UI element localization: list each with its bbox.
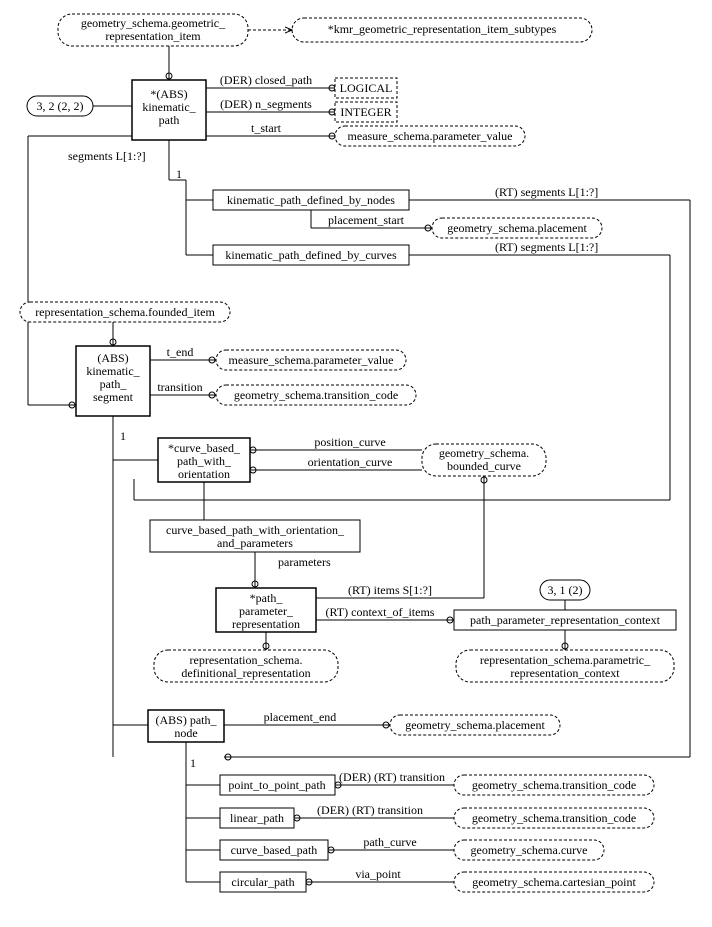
label-tend: t_end <box>167 345 194 359</box>
svg-text:via_point: via_point <box>355 867 401 881</box>
svg-text:geometry_schema.cartesian_poin: geometry_schema.cartesian_point <box>472 875 636 889</box>
svg-text:1: 1 <box>190 756 196 770</box>
label-placement-end: placement_end <box>264 710 337 724</box>
svg-text:1: 1 <box>120 429 126 443</box>
label-parameters: parameters <box>278 555 331 569</box>
svg-text:geometry_schema.transition_cod: geometry_schema.transition_code <box>472 778 636 792</box>
svg-text:point_to_point_path: point_to_point_path <box>228 778 325 792</box>
label-der-nseg: (DER) n_segments <box>220 97 312 111</box>
label-der-closed: (DER) closed_path <box>220 73 312 87</box>
svg-text:measure_schema.parameter_value: measure_schema.parameter_value <box>229 353 394 367</box>
svg-text:geometry_schema.transition_cod: geometry_schema.transition_code <box>234 388 398 402</box>
svg-text:representation_schema.definiti: representation_schema.definitional_repre… <box>181 653 310 680</box>
label-rtctx: (RT) context_of_items <box>326 605 435 619</box>
label-segments: segments L[1:?] <box>68 149 146 163</box>
svg-text:kinematic_path_defined_by_node: kinematic_path_defined_by_nodes <box>227 193 395 207</box>
label-rtseg2: (RT) segments L[1:?] <box>495 240 598 254</box>
svg-text:kinematic_path_defined_by_curv: kinematic_path_defined_by_curves <box>225 248 397 262</box>
svg-text:representation_schema.founded_: representation_schema.founded_item <box>35 305 215 319</box>
svg-text:geometry_schema.curve: geometry_schema.curve <box>471 843 588 857</box>
svg-text:curve_based_path: curve_based_path <box>231 843 318 857</box>
svg-text:geometry_schema.placement: geometry_schema.placement <box>447 221 587 235</box>
label-pos-curve: position_curve <box>314 435 385 449</box>
svg-text:geometry_schema.transition_cod: geometry_schema.transition_code <box>472 811 636 825</box>
svg-text:INTEGER: INTEGER <box>340 105 391 119</box>
svg-text:3, 2 (2, 2): 3, 2 (2, 2) <box>37 99 84 113</box>
svg-text:measure_schema.parameter_value: measure_schema.parameter_value <box>348 129 513 143</box>
svg-text:path_parameter_representation_: path_parameter_representation_context <box>470 613 661 627</box>
svg-text:geometry_schema.bounded_curve: geometry_schema.bounded_curve <box>439 446 529 473</box>
label-placement-start: placement_start <box>328 213 405 227</box>
svg-text:circular_path: circular_path <box>231 875 294 889</box>
label-tstart: t_start <box>251 121 282 135</box>
svg-text:linear_path: linear_path <box>230 811 284 825</box>
label-rtseg1: (RT) segments L[1:?] <box>495 185 598 199</box>
svg-text:(DER) (RT) transition: (DER) (RT) transition <box>317 803 423 817</box>
svg-text:(DER) (RT) transition: (DER) (RT) transition <box>339 770 445 784</box>
svg-text:LOGICAL: LOGICAL <box>340 81 393 95</box>
label-rtitems: (RT) items S[1:?] <box>348 583 432 597</box>
svg-text:*kmr_geometric_representation_: *kmr_geometric_representation_item_subty… <box>328 22 557 36</box>
svg-text:geometry_schema.placement: geometry_schema.placement <box>405 718 545 732</box>
label-or-curve: orientation_curve <box>308 455 393 469</box>
label-transition: transition <box>157 380 202 394</box>
svg-text:3, 1 (2): 3, 1 (2) <box>548 583 583 597</box>
svg-text:path_curve: path_curve <box>363 835 416 849</box>
svg-text:1: 1 <box>176 167 182 181</box>
